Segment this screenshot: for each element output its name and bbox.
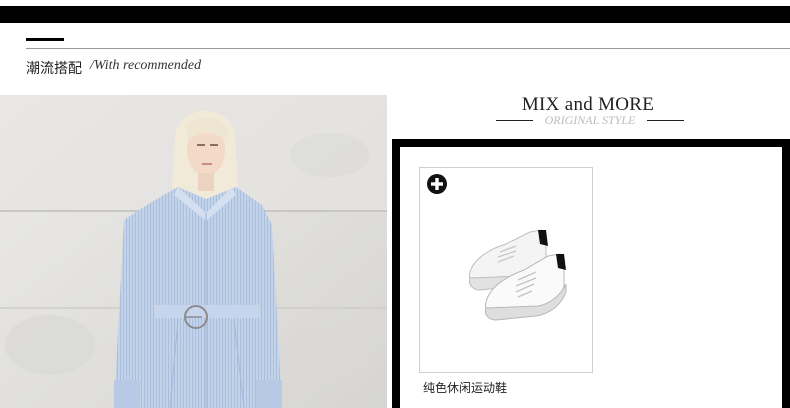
product-name[interactable]: 纯色休闲运动鞋 xyxy=(423,379,507,396)
header-accent-bar xyxy=(26,38,64,41)
header-divider xyxy=(26,48,790,49)
mix-subtitle-left-rule xyxy=(496,120,533,121)
model-photo-illustration xyxy=(0,95,387,408)
section-header: 潮流搭配 /With recommended xyxy=(26,38,790,78)
section-title: 潮流搭配 xyxy=(26,61,82,77)
product-card[interactable] xyxy=(419,167,593,373)
top-black-bar xyxy=(0,6,790,23)
add-circle-icon[interactable] xyxy=(426,173,448,195)
mix-subtitle-row: ORIGINAL STYLE xyxy=(494,113,686,129)
section-subtitle: /With recommended xyxy=(90,58,202,73)
mix-subtitle: ORIGINAL STYLE xyxy=(544,113,636,127)
sneaker-product-image xyxy=(469,229,567,321)
model-photo[interactable] xyxy=(0,95,387,408)
mix-subtitle-right-rule xyxy=(647,120,684,121)
